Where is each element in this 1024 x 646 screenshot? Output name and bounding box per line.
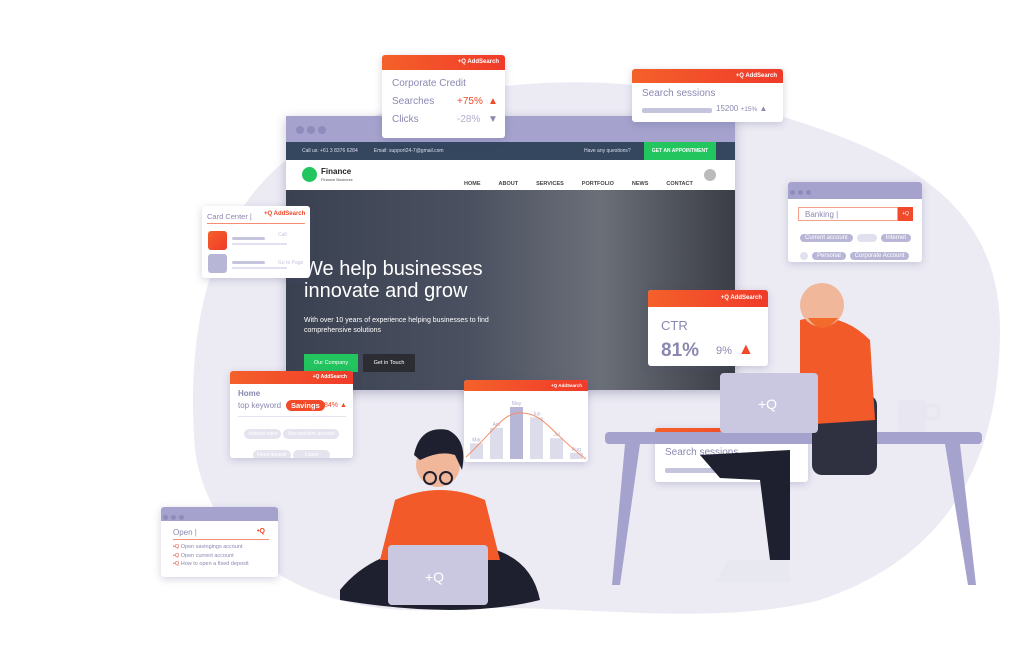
search-sessions-card-bottom: +Q AddSearch Search sessions 15200 +15% … <box>655 428 808 482</box>
site-topbar: Call us: +61 3 8376 6284 Email: support2… <box>286 142 735 160</box>
chart-bar-apr <box>490 427 503 459</box>
ctr-title: CTR <box>661 318 688 333</box>
addsearch-brand: +Q AddSearch <box>382 55 505 70</box>
keyword-percent: 84% <box>324 402 339 409</box>
nav-news[interactable]: NEWS <box>632 181 649 187</box>
card-center-card: Card Center | +Q AddSearch Call Go to Pa… <box>202 206 310 278</box>
ctr-card: +Q AddSearch CTR 81% 9% ▲ <box>648 290 768 366</box>
clicks-value: -28% <box>457 114 481 125</box>
addsearch-icon: •Q <box>257 528 265 535</box>
appointment-button[interactable]: GET AN APPOINTMENT <box>644 142 716 160</box>
searches-label: Searches <box>392 96 435 107</box>
addsearch-brand: +Q AddSearch <box>632 69 783 83</box>
suggestion-item[interactable]: •Q Open current account <box>173 552 249 561</box>
nav-portfolio[interactable]: PORTFOLIO <box>582 181 614 187</box>
search-sessions-card-top: +Q AddSearch Search sessions 15200 +15% … <box>632 69 783 122</box>
site-navbar: Finance Finance Business HOME ABOUT SERVIC… <box>286 160 735 190</box>
nav-home[interactable]: HOME <box>464 181 481 187</box>
keyword-badge: Savings <box>286 400 325 411</box>
ctr-value: 81% <box>661 340 700 361</box>
clicks-label: Clicks <box>392 114 419 125</box>
nav-services[interactable]: SERVICES <box>536 181 564 187</box>
addsearch-brand: +Q AddSearch <box>655 428 808 442</box>
our-company-button[interactable]: Our Company <box>304 354 358 372</box>
keyword-label: top keyword <box>238 401 282 410</box>
sessions-change: +15% <box>740 106 758 113</box>
chart-trend-curve <box>465 412 587 460</box>
brand-name: Finance <box>321 167 352 176</box>
hero-text: With over 10 years of experience helping… <box>304 317 489 334</box>
open-search-input[interactable]: Open | <box>173 528 197 537</box>
go-to-page-action[interactable]: Go to Page <box>278 260 303 266</box>
corporate-credit-card: +Q AddSearch Corporate Credit Searches +7… <box>382 55 505 138</box>
brand-sub: Finance Business <box>321 177 353 182</box>
get-in-touch-button[interactable]: Get in Touch <box>363 354 415 372</box>
addsearch-brand: +Q AddSearch <box>230 371 353 384</box>
corporate-title: Corporate Credit <box>392 78 466 89</box>
home-keyword-card: +Q AddSearch Home top keyword Savings 84… <box>230 371 353 458</box>
search-button[interactable]: +Q <box>898 207 913 221</box>
nav-contact[interactable]: CONTACT <box>666 181 692 187</box>
sessions-value: 15200 <box>716 104 739 113</box>
tag-personal[interactable]: Personal <box>812 252 846 260</box>
mini-chart-card: +Q AddSearch Mar Apr May Jun Jul Aug <box>464 380 588 462</box>
nav-about[interactable]: ABOUT <box>499 181 519 187</box>
ctr-change: 9% <box>716 345 732 357</box>
open-search-card: Open | •Q •Q Open savingings account •Q … <box>161 507 278 577</box>
call-action[interactable]: Call <box>278 232 287 238</box>
search-icon[interactable] <box>704 169 716 181</box>
up-arrow-icon: ▲ <box>488 96 498 107</box>
tag-loans[interactable]: Loans <box>292 450 331 458</box>
tag-fixed-deposit[interactable]: Fixed deposit <box>252 450 291 458</box>
hero-title-1: We help businesses <box>304 258 483 280</box>
addsearch-brand: +Q AddSearch <box>264 211 306 217</box>
tag-non-resident[interactable]: Non resident account <box>283 429 339 439</box>
tag-corporate-account[interactable]: Corporate Account <box>849 252 910 260</box>
suggestion-item[interactable]: •Q How to open a fixed deposit <box>173 560 249 569</box>
chart-label-mar: Mar <box>472 437 481 443</box>
sessions-title: Search sessions <box>642 88 716 99</box>
banking-search-input[interactable]: Banking | <box>798 207 898 221</box>
sessions-value: 15200 <box>739 464 762 473</box>
addsearch-brand: +Q AddSearch <box>464 380 588 391</box>
addsearch-brand: +Q AddSearch <box>648 290 768 307</box>
email-text: Email: support24-7@gmail.com <box>373 148 444 154</box>
hero-title-2: innovate and grow <box>304 280 468 302</box>
suggestion-item[interactable]: •Q Open savingings account <box>173 543 249 552</box>
tag-current-account[interactable]: Current account <box>800 234 853 242</box>
card-center-query: Card Center | <box>207 212 252 221</box>
page-icon[interactable] <box>208 254 227 273</box>
tag-internet[interactable]: Internet <box>880 234 912 242</box>
questions-text: Have any questions? <box>584 148 631 154</box>
chart-bar-jun <box>530 417 543 459</box>
banking-search-card: Banking | +Q Current account Internet Pe… <box>788 182 922 262</box>
tag-interest-rates[interactable]: Interest rates <box>244 429 282 439</box>
up-arrow-icon: ▲ <box>738 341 754 358</box>
chart-label-may: May <box>512 401 522 407</box>
down-arrow-icon: ▼ <box>488 114 498 125</box>
searches-value: +75% <box>457 96 483 107</box>
finance-logo-icon <box>302 167 317 182</box>
chart-bar-jul <box>550 438 563 459</box>
home-title: Home <box>238 389 261 398</box>
sessions-title: Search sessions <box>665 447 739 458</box>
phone-text: Call us: +61 3 8376 6284 <box>302 148 358 154</box>
call-icon[interactable] <box>208 231 227 250</box>
sessions-change: +15% <box>763 466 781 473</box>
mini-bar-chart: MarAprMayJunJulAug <box>465 401 587 460</box>
